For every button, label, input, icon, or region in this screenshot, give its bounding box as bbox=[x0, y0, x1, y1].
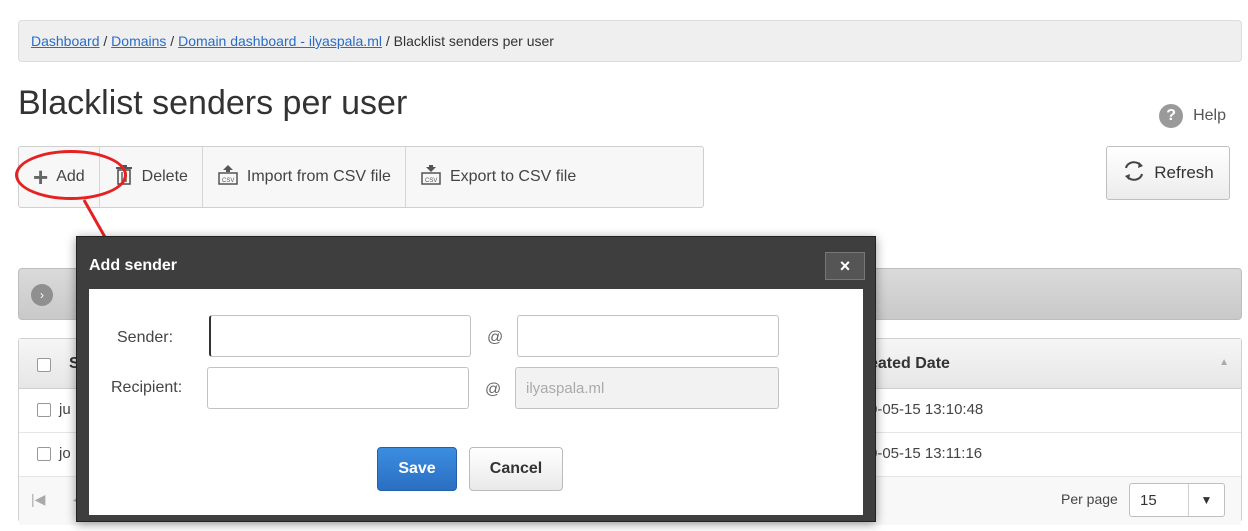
sort-icon[interactable]: ▲ bbox=[1219, 357, 1229, 368]
recipient-domain-input bbox=[515, 367, 779, 409]
help-icon: ? bbox=[1159, 104, 1184, 128]
svg-text:CSV: CSV bbox=[425, 178, 437, 184]
sender-label: Sender: bbox=[117, 329, 174, 346]
row-created-date: 0-05-15 13:11:16 bbox=[869, 445, 983, 462]
chevron-down-icon[interactable]: ▼ bbox=[1188, 484, 1224, 516]
at-symbol: @ bbox=[485, 381, 502, 398]
refresh-label: Refresh bbox=[1154, 163, 1214, 182]
sender-local-input[interactable] bbox=[209, 315, 471, 357]
save-button[interactable]: Save bbox=[377, 447, 457, 491]
row-sender: jo bbox=[59, 445, 71, 462]
row-created-date: 0-05-15 13:10:48 bbox=[869, 401, 984, 418]
breadcrumb-link-domain-dashboard[interactable]: Domain dashboard - ilyaspala.ml bbox=[178, 33, 382, 49]
at-symbol: @ bbox=[487, 329, 504, 346]
recipient-local-input[interactable] bbox=[207, 367, 469, 409]
add-sender-dialog: Add sender × Sender: @ Recipient: @ Save… bbox=[76, 236, 876, 522]
export-csv-label: Export to CSV file bbox=[449, 168, 577, 185]
recipient-label: Recipient: bbox=[111, 379, 183, 396]
refresh-button[interactable]: Refresh bbox=[1106, 146, 1230, 200]
expand-arrow-icon[interactable]: › bbox=[31, 284, 53, 306]
export-csv-button[interactable]: CSV Export to CSV file bbox=[406, 147, 590, 207]
help-label: Help bbox=[1193, 107, 1226, 124]
import-csv-button[interactable]: CSV Import from CSV file bbox=[203, 147, 406, 207]
row-checkbox[interactable] bbox=[37, 447, 51, 461]
help-link[interactable]: ? Help bbox=[1159, 104, 1226, 128]
breadcrumb: Dashboard / Domains / Domain dashboard -… bbox=[18, 20, 1242, 62]
import-csv-label: Import from CSV file bbox=[246, 168, 391, 185]
sender-domain-input[interactable] bbox=[517, 315, 779, 357]
per-page-select[interactable]: 15 ▼ bbox=[1129, 483, 1225, 517]
csv-download-icon: CSV bbox=[420, 164, 442, 191]
refresh-icon bbox=[1122, 160, 1146, 187]
cancel-button[interactable]: Cancel bbox=[469, 447, 563, 491]
page-title: Blacklist senders per user bbox=[18, 84, 408, 122]
first-page-icon[interactable]: |◀ bbox=[31, 491, 45, 508]
dialog-header: Add sender × bbox=[77, 237, 875, 289]
delete-button-label: Delete bbox=[141, 168, 188, 185]
dialog-body: Sender: @ Recipient: @ Save Cancel bbox=[89, 289, 863, 515]
breadcrumb-link-domains[interactable]: Domains bbox=[111, 33, 166, 49]
per-page-label: Per page bbox=[1061, 491, 1118, 507]
breadcrumb-separator: / bbox=[381, 33, 394, 49]
row-checkbox[interactable] bbox=[37, 403, 51, 417]
column-header-created-date[interactable]: eated Date bbox=[869, 355, 950, 373]
breadcrumb-separator: / bbox=[166, 33, 179, 49]
annotation-oval bbox=[15, 150, 127, 200]
dialog-title: Add sender bbox=[89, 257, 178, 274]
breadcrumb-link-dashboard[interactable]: Dashboard bbox=[31, 33, 100, 49]
svg-text:CSV: CSV bbox=[222, 178, 234, 184]
row-sender: ju bbox=[59, 401, 71, 418]
breadcrumb-separator: / bbox=[99, 33, 112, 49]
breadcrumb-current: Blacklist senders per user bbox=[393, 33, 554, 49]
csv-upload-icon: CSV bbox=[217, 164, 239, 191]
per-page-value: 15 bbox=[1140, 491, 1157, 509]
select-all-checkbox[interactable] bbox=[37, 358, 51, 372]
close-icon[interactable]: × bbox=[825, 252, 865, 280]
